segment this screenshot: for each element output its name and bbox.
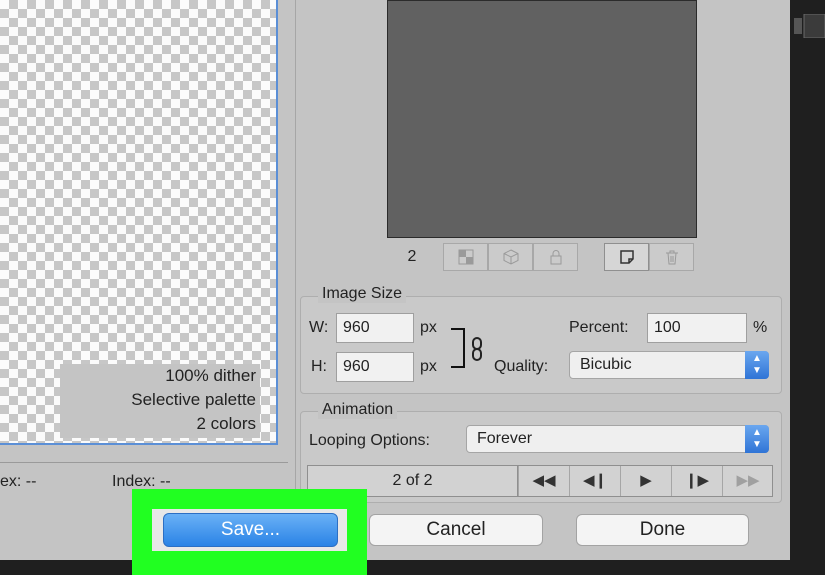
- status-left: ex: --: [0, 473, 37, 490]
- height-input[interactable]: 960: [336, 352, 414, 382]
- height-unit: px: [420, 358, 437, 375]
- next-frame-icon[interactable]: ❙▶: [671, 466, 722, 496]
- lock-icon[interactable]: [533, 243, 578, 271]
- first-frame-icon[interactable]: ◀◀: [518, 466, 569, 496]
- width-label: W:: [309, 319, 329, 336]
- new-frame-icon[interactable]: [604, 243, 649, 271]
- cancel-button[interactable]: Cancel: [369, 514, 543, 546]
- percent-input[interactable]: 100: [647, 313, 747, 343]
- background-window-edge: [794, 13, 825, 39]
- trash-icon[interactable]: [649, 243, 694, 271]
- play-icon[interactable]: ▶: [620, 466, 671, 496]
- width-input[interactable]: 960: [336, 313, 414, 343]
- frame-number: 2: [407, 248, 417, 265]
- looping-label: Looping Options:: [309, 432, 430, 449]
- select-chevron-icon: ▲ ▼: [745, 351, 769, 379]
- percent-label: Percent:: [569, 319, 629, 336]
- constrain-bracket: [451, 328, 465, 368]
- previous-frame-icon[interactable]: ◀❙: [569, 466, 620, 496]
- select-chevron-icon: ▲ ▼: [745, 425, 769, 453]
- last-frame-icon[interactable]: ▶▶: [722, 466, 773, 496]
- height-label: H:: [311, 358, 327, 375]
- image-size-legend: Image Size: [318, 285, 407, 303]
- quality-select[interactable]: Bicubic ▲ ▼: [569, 351, 769, 379]
- save-button[interactable]: Save...: [163, 513, 338, 547]
- colors-info: 2 colors: [196, 414, 256, 433]
- canvas-info: 100% dither Selective palette 2 colors: [60, 364, 260, 438]
- chain-link-icon[interactable]: [470, 337, 484, 361]
- percent-unit: %: [753, 319, 768, 336]
- transparency-icon[interactable]: [443, 243, 488, 271]
- frame-controls: 2 of 2 ◀◀ ◀❙ ▶ ❙▶ ▶▶: [307, 465, 773, 497]
- palette-info: Selective palette: [131, 390, 256, 409]
- looping-value: Forever: [477, 430, 533, 447]
- done-button[interactable]: Done: [576, 514, 749, 546]
- frame-preview: [387, 0, 697, 238]
- looping-select[interactable]: Forever ▲ ▼: [466, 425, 769, 453]
- width-unit: px: [420, 319, 437, 336]
- quality-value: Bicubic: [580, 356, 632, 373]
- animation-legend: Animation: [318, 401, 398, 419]
- dither-info: 100% dither: [165, 366, 256, 385]
- quality-label: Quality:: [494, 358, 549, 375]
- cube-icon[interactable]: [488, 243, 533, 271]
